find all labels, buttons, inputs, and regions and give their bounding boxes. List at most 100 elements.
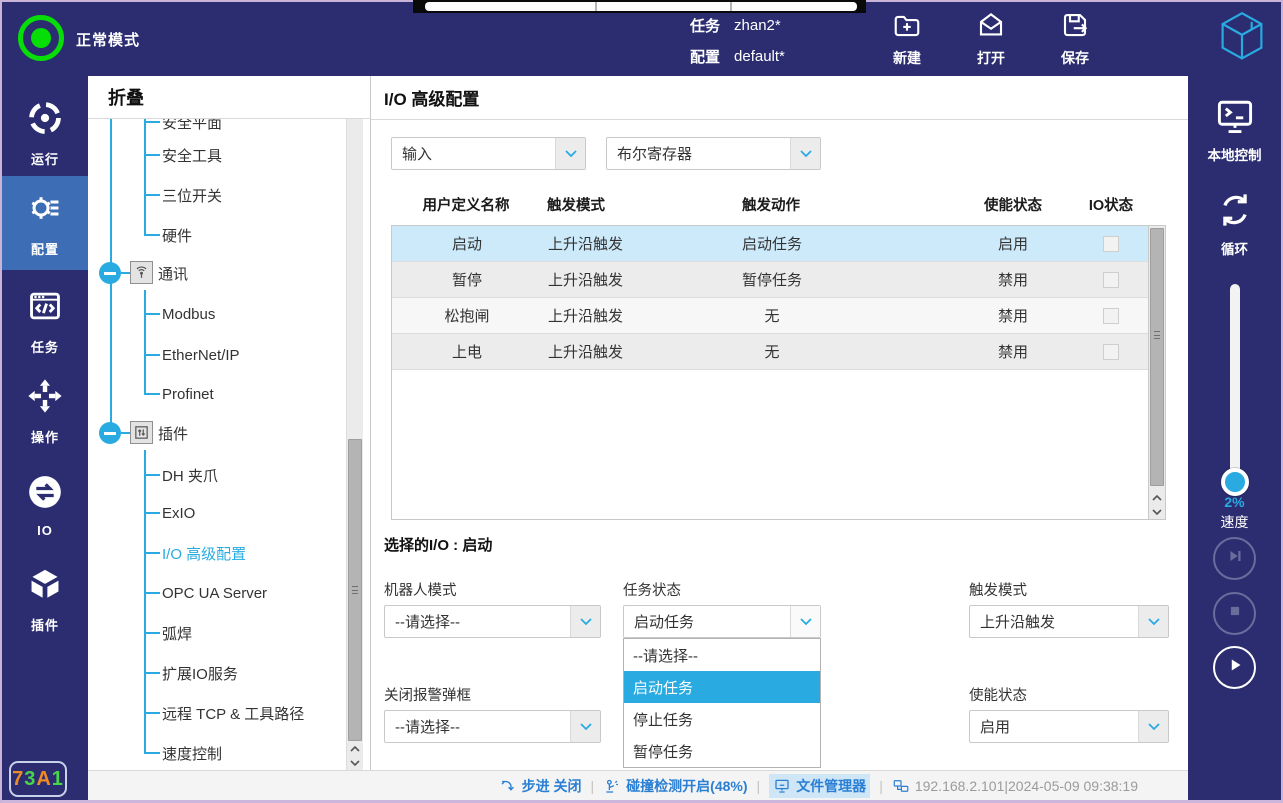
- open-button[interactable]: 打开: [962, 8, 1020, 70]
- tree-item-硬件[interactable]: 硬件: [162, 220, 192, 250]
- task-icon: [26, 287, 64, 330]
- cell-trigger-mode: 上升沿触发: [542, 233, 712, 254]
- task-config-info: 任务 zhan2* 配置 default*: [690, 11, 785, 73]
- plugin-icon: [26, 565, 64, 608]
- tree-item-I/O 高级配置[interactable]: I/O 高级配置: [162, 538, 246, 568]
- dropdown-option---请选择--[interactable]: --请选择--: [624, 639, 820, 671]
- tree-connector: [144, 552, 160, 554]
- status-text: 步进 关闭: [522, 776, 582, 796]
- tree-item-速度控制[interactable]: 速度控制: [162, 738, 222, 768]
- selected-io-label: 选择的I/O : 启动: [384, 534, 492, 555]
- dropdown-option-暂停任务[interactable]: 暂停任务: [624, 735, 820, 767]
- dropdown-option-启动任务[interactable]: 启动任务: [624, 671, 820, 703]
- step-next-button[interactable]: [1213, 537, 1256, 580]
- play-icon: [1224, 654, 1246, 681]
- terminal-icon: [1213, 94, 1257, 138]
- scroll-down-button[interactable]: [347, 756, 363, 770]
- tree-item-ExIO[interactable]: ExIO: [162, 498, 195, 528]
- sidebar-item-任务[interactable]: 任务: [2, 278, 88, 364]
- speed-slider-thumb[interactable]: [1221, 468, 1249, 496]
- robot-mode-select[interactable]: --请选择--: [384, 605, 601, 638]
- trigger-mode-value: 上升沿触发: [970, 611, 1138, 632]
- statusbar-step-arrow-toggle[interactable]: 步进 关闭: [499, 776, 582, 796]
- tree-item-EtherNet/IP[interactable]: EtherNet/IP: [162, 340, 240, 370]
- chevron-down-icon: [570, 711, 600, 742]
- cell-trigger-action: 暂停任务: [712, 269, 832, 290]
- tree-item-插件[interactable]: 插件: [158, 418, 188, 448]
- tree-item-Modbus[interactable]: Modbus: [162, 299, 215, 329]
- close-alarm-select[interactable]: --请选择--: [384, 710, 601, 743]
- tree-collapse-node[interactable]: [99, 262, 121, 284]
- step-arrow-icon: [499, 777, 517, 795]
- sidebar-item-IO[interactable]: IO: [2, 462, 88, 548]
- table-row-上电[interactable]: 上电上升沿触发无禁用: [392, 334, 1149, 370]
- tree-item-安全工具[interactable]: 安全工具: [162, 140, 222, 170]
- tree-branch-line: [144, 290, 146, 394]
- config-row: 配置 default*: [690, 42, 785, 70]
- task-state-dropdown: --请选择--启动任务停止任务暂停任务: [623, 638, 821, 768]
- cell-enable-state: 启用: [953, 233, 1073, 254]
- local-control-button[interactable]: 本地控制: [1188, 94, 1281, 164]
- table-scrollbar-thumb[interactable]: [1150, 228, 1164, 486]
- brand-logo-icon: [1214, 10, 1270, 68]
- tree-item-扩展IO服务[interactable]: 扩展IO服务: [162, 658, 238, 688]
- task-state-select[interactable]: 启动任务: [623, 605, 821, 638]
- cell-trigger-action: 无: [712, 341, 832, 362]
- progress-tick: [595, 2, 597, 11]
- dropdown-option-停止任务[interactable]: 停止任务: [624, 703, 820, 735]
- tree-connector: [144, 474, 160, 476]
- tree-collapse-node[interactable]: [99, 422, 121, 444]
- scroll-up-button[interactable]: [1149, 491, 1165, 505]
- column-header: 触发动作: [711, 194, 831, 215]
- io-direction-select[interactable]: 输入: [391, 137, 586, 170]
- scroll-up-button[interactable]: [347, 742, 363, 756]
- play-button[interactable]: [1213, 646, 1256, 689]
- trigger-mode-label: 触发模式: [969, 579, 1027, 600]
- sidebar-item-配置[interactable]: 配置: [2, 176, 88, 270]
- tree-item-三位开关[interactable]: 三位开关: [162, 180, 222, 210]
- table-row-启动[interactable]: 启动上升沿触发启动任务启用: [392, 226, 1149, 262]
- tree-connector: [144, 712, 160, 714]
- cell-name: 上电: [392, 341, 542, 362]
- io-state-checkbox[interactable]: [1103, 236, 1119, 252]
- io-state-checkbox[interactable]: [1103, 308, 1119, 324]
- tree-scrollbar-thumb[interactable]: [348, 439, 362, 741]
- status-text: 文件管理器: [796, 776, 866, 796]
- statusbar-file-manager-toggle[interactable]: 文件管理器: [769, 774, 870, 798]
- table-scrollbar[interactable]: [1148, 226, 1165, 519]
- tree-item-通讯[interactable]: 通讯: [158, 258, 188, 288]
- speed-slider-track[interactable]: [1230, 284, 1240, 494]
- tree-item-远程 TCP & 工具路径[interactable]: 远程 TCP & 工具路径: [162, 698, 304, 728]
- tree-connector: [144, 354, 160, 356]
- tree-item-OPC UA Server[interactable]: OPC UA Server: [162, 578, 267, 608]
- sidebar-item-操作[interactable]: 操作: [2, 368, 88, 454]
- io-state-checkbox[interactable]: [1103, 344, 1119, 360]
- stop-button[interactable]: [1213, 592, 1256, 635]
- chevron-down-icon: [1138, 711, 1168, 742]
- sidebar-item-运行[interactable]: 运行: [2, 90, 88, 176]
- enable-state-label: 使能状态: [969, 684, 1027, 705]
- new-button[interactable]: 新建: [878, 8, 936, 70]
- io-state-checkbox[interactable]: [1103, 272, 1119, 288]
- badge-char: 1: [52, 768, 64, 791]
- save-button[interactable]: 保存: [1046, 8, 1104, 70]
- enable-state-select[interactable]: 启用: [969, 710, 1169, 743]
- io-table-rows: 启动上升沿触发启动任务启用暂停上升沿触发暂停任务禁用松抱闸上升沿触发无禁用上电上…: [392, 226, 1165, 370]
- table-row-松抱闸[interactable]: 松抱闸上升沿触发无禁用: [392, 298, 1149, 334]
- table-row-暂停[interactable]: 暂停上升沿触发暂停任务禁用: [392, 262, 1149, 298]
- scroll-down-button[interactable]: [1149, 505, 1165, 519]
- status-bar: 步进 关闭|碰撞检测开启(48%)|文件管理器|192.168.2.101|20…: [88, 770, 1188, 800]
- tree-item-弧焊[interactable]: 弧焊: [162, 618, 192, 648]
- statusbar-collision-toggle[interactable]: 碰撞检测开启(48%): [603, 776, 747, 796]
- tree-item-Profinet[interactable]: Profinet: [162, 379, 214, 409]
- loop-button[interactable]: 循环: [1188, 188, 1281, 258]
- task-value: zhan2*: [734, 17, 781, 34]
- tree-item-安全平面[interactable]: 安全平面: [162, 119, 222, 137]
- tree-scrollbar[interactable]: [346, 119, 363, 770]
- trigger-mode-select[interactable]: 上升沿触发: [969, 605, 1169, 638]
- sidebar-item-插件[interactable]: 插件: [2, 556, 88, 642]
- tree-item-DH 夹爪[interactable]: DH 夹爪: [162, 460, 218, 490]
- sidebar-item-label: 配置: [31, 239, 59, 258]
- collapse-button[interactable]: 折叠: [108, 84, 144, 110]
- register-type-select[interactable]: 布尔寄存器: [606, 137, 821, 170]
